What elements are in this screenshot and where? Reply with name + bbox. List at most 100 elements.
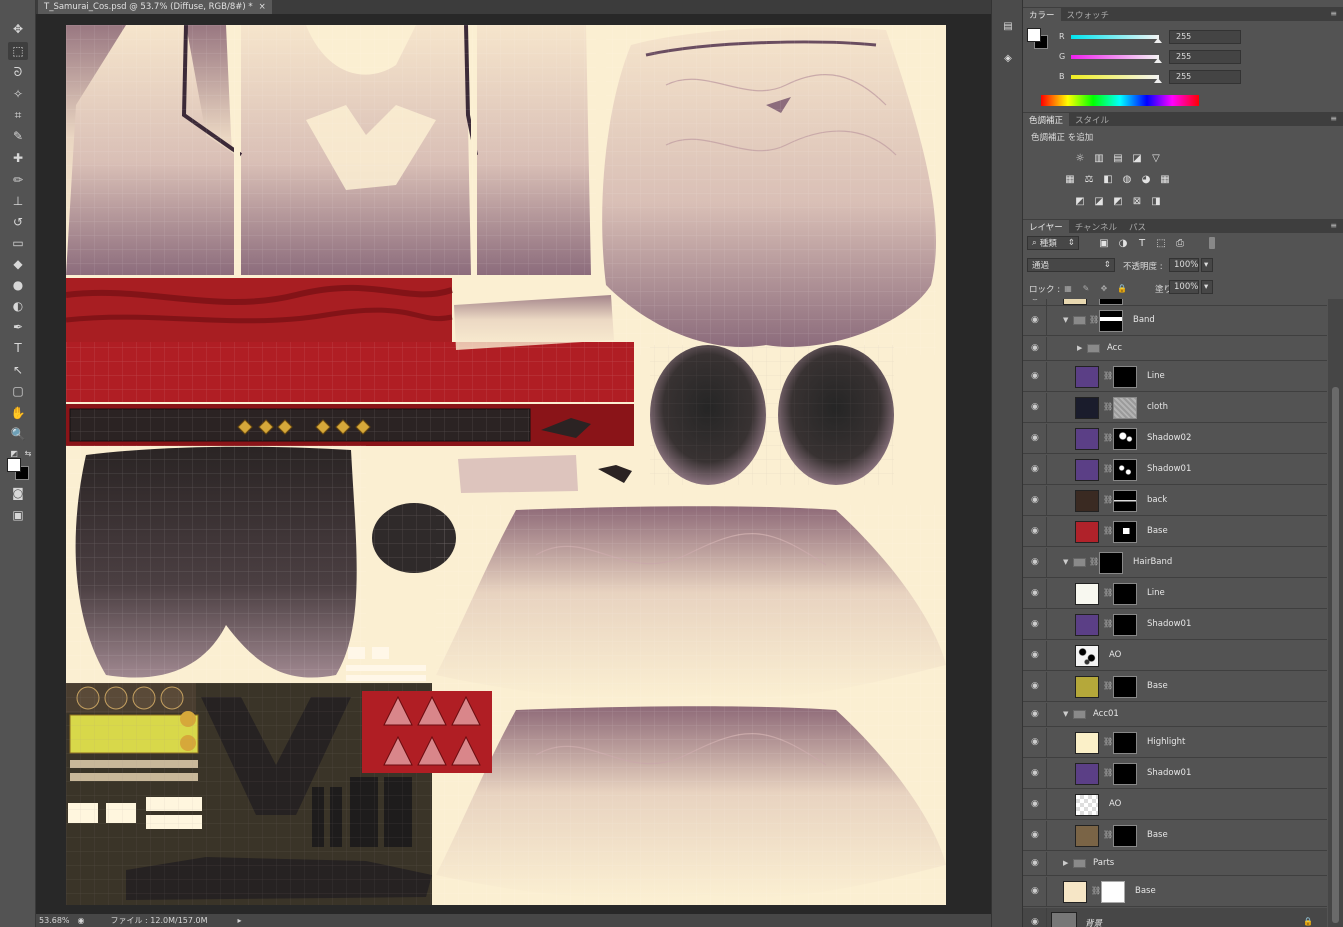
layer-group-acc[interactable]: ◉ ▶ Acc <box>1023 337 1327 361</box>
link-icon[interactable]: ⛓ <box>1103 371 1113 380</box>
slider-thumb[interactable] <box>1154 78 1162 83</box>
dodge-tool-icon[interactable]: ◐ <box>8 297 28 315</box>
eye-icon[interactable]: ◉ <box>1031 737 1039 747</box>
layer-mask-thumbnail[interactable] <box>1113 614 1137 636</box>
adjustment-filter-icon[interactable]: ◑ <box>1116 237 1130 249</box>
channel-slider[interactable] <box>1071 75 1159 79</box>
layer-row-shadow02[interactable]: ◉ ⛓ Shadow02 <box>1023 424 1327 454</box>
black-white-icon[interactable]: ◧ <box>1101 173 1115 185</box>
eye-icon[interactable]: ◉ <box>1031 886 1039 896</box>
layer-mask-thumbnail[interactable] <box>1101 881 1125 903</box>
document-tab[interactable]: T_Samurai_Cos.psd @ 53.7% (Diffuse, RGB/… <box>38 0 272 14</box>
link-icon[interactable]: ⛓ <box>1103 402 1113 411</box>
type-tool-icon[interactable]: T <box>8 339 28 357</box>
group-mask-thumbnail[interactable] <box>1099 552 1123 574</box>
blend-mode-select[interactable]: 通過 ⇕ <box>1027 258 1115 272</box>
layer-row-cloth[interactable]: ◉ ⛓ cloth <box>1023 393 1327 423</box>
layer-group-hairband[interactable]: ◉ ▼ ⛓ HairBand <box>1023 548 1327 578</box>
layer-row-shadow01[interactable]: ◉ ⛓ Shadow01 <box>1023 759 1327 789</box>
texture-canvas[interactable] <box>66 25 946 905</box>
panel-menu-icon[interactable]: ≡ <box>1330 221 1337 230</box>
paint-bucket-tool-icon[interactable]: ◆ <box>8 255 28 273</box>
eraser-tool-icon[interactable]: ▭ <box>8 234 28 252</box>
layer-mask-thumbnail[interactable] <box>1113 397 1137 419</box>
layer-mask-thumbnail[interactable] <box>1113 428 1137 450</box>
path-select-tool-icon[interactable]: ↖ <box>8 361 28 379</box>
rectangle-tool-icon[interactable]: ▢ <box>8 382 28 400</box>
layer-row-base[interactable]: ◉ ⛓ Base <box>1023 877 1327 907</box>
layer-row-ao[interactable]: ◉ AO <box>1023 790 1327 820</box>
pixel-filter-icon[interactable]: ▣ <box>1097 237 1111 249</box>
layer-row-line[interactable]: ◉ ⛓ Line <box>1023 579 1327 609</box>
tab-styles[interactable]: スタイル <box>1069 113 1115 126</box>
scroll-thumb[interactable] <box>1332 387 1339 923</box>
panel-menu-icon[interactable]: ≡ <box>1330 9 1337 18</box>
eye-icon[interactable]: ◉ <box>1031 433 1039 443</box>
canvas-area[interactable] <box>36 14 991 914</box>
type-filter-icon[interactable]: T <box>1135 237 1149 249</box>
channel-value-input[interactable]: 255 <box>1169 50 1241 64</box>
eye-icon[interactable]: ◉ <box>1031 343 1039 353</box>
layer-mask-thumbnail[interactable] <box>1113 763 1137 785</box>
smart-object-filter-icon[interactable]: ⎙ <box>1173 237 1187 249</box>
lasso-tool-icon[interactable]: ᘐ <box>8 63 28 81</box>
color-balance-icon[interactable]: ⚖ <box>1082 173 1096 185</box>
healing-brush-tool-icon[interactable]: ✚ <box>8 149 28 167</box>
eye-icon[interactable]: ◉ <box>1031 858 1039 868</box>
layer-row-line[interactable]: ◉ ⛓ Line <box>1023 362 1327 392</box>
layer-mask-thumbnail[interactable] <box>1113 583 1137 605</box>
tab-swatches[interactable]: スウォッチ <box>1061 8 1116 21</box>
eye-icon[interactable]: ◉ <box>1031 495 1039 505</box>
layer-mask-thumbnail[interactable] <box>1113 366 1137 388</box>
color-swatches[interactable] <box>1027 28 1049 50</box>
layer-row-highlight[interactable]: ◉ ⛓ Highlight <box>1023 728 1327 758</box>
color-lookup-icon[interactable]: ▦ <box>1158 173 1172 185</box>
eye-icon[interactable]: ◉ <box>1031 768 1039 778</box>
link-icon[interactable]: ⛓ <box>1103 737 1113 746</box>
eye-icon[interactable]: ◉ <box>1031 681 1039 691</box>
move-tool-icon[interactable]: ✥ <box>8 20 28 38</box>
color-spectrum-bar[interactable] <box>1041 95 1199 106</box>
link-icon[interactable]: ⛓ <box>1103 433 1113 442</box>
layer-mask-thumbnail[interactable] <box>1113 732 1137 754</box>
link-icon[interactable]: ⛓ <box>1089 315 1099 324</box>
layer-group-acc01[interactable]: ◉ ▼ Acc01 <box>1023 703 1327 727</box>
properties-icon[interactable]: ◈ <box>999 50 1017 66</box>
vibrance-icon[interactable]: ▽ <box>1149 152 1163 164</box>
crop-tool-icon[interactable]: ⌗ <box>8 106 28 124</box>
link-icon[interactable]: ⛓ <box>1103 495 1113 504</box>
tab-color[interactable]: カラー <box>1023 8 1061 21</box>
selective-color-icon[interactable]: ⊠ <box>1130 195 1144 207</box>
tab-paths[interactable]: パス <box>1123 220 1152 233</box>
link-icon[interactable]: ⛓ <box>1103 830 1113 839</box>
posterize-icon[interactable]: ◪ <box>1092 195 1106 207</box>
hue-saturation-icon[interactable]: ▦ <box>1063 173 1077 185</box>
eye-icon[interactable]: ◉ <box>1031 650 1039 660</box>
slider-thumb[interactable] <box>1154 58 1162 63</box>
channel-slider[interactable] <box>1071 55 1159 59</box>
quick-select-tool-icon[interactable]: ✧ <box>8 85 28 103</box>
pen-tool-icon[interactable]: ✒ <box>8 318 28 336</box>
expand-arrow-icon[interactable]: ▶ <box>1077 344 1082 352</box>
quickmask-icon[interactable]: ◙ <box>8 484 28 502</box>
eye-icon[interactable]: ◉ <box>1031 402 1039 412</box>
close-tab-icon[interactable]: × <box>259 2 266 12</box>
eyedropper-tool-icon[interactable]: ✎ <box>8 127 28 145</box>
layer-mask-thumbnail[interactable] <box>1113 521 1137 543</box>
link-icon[interactable]: ⛓ <box>1103 768 1113 777</box>
collapse-arrow-icon[interactable]: ▼ <box>1063 316 1068 324</box>
eye-icon[interactable]: ◉ <box>1031 830 1039 840</box>
layers-list[interactable]: ◉ light ◉ ▼ ⛓ Band ◉ ▶ Acc ◉ ⛓ Line ◉ ⛓ cloth ◉ ⛓ S… <box>1023 299 1327 927</box>
link-icon[interactable]: ⛓ <box>1091 886 1101 895</box>
screen-mode-icon[interactable]: ▣ <box>8 506 28 524</box>
layer-row-base[interactable]: ◉ ⛓ Base <box>1023 672 1327 702</box>
eye-icon[interactable]: ◉ <box>1031 799 1039 809</box>
eye-icon[interactable]: ◉ <box>1031 917 1039 927</box>
lock-position-icon[interactable]: ✥ <box>1097 282 1111 294</box>
clone-stamp-tool-icon[interactable]: ⊥ <box>8 192 28 210</box>
invert-icon[interactable]: ◩ <box>1073 195 1087 207</box>
eye-icon[interactable]: ◉ <box>1031 526 1039 536</box>
lock-pixels-icon[interactable]: ✎ <box>1079 282 1093 294</box>
expand-arrow-icon[interactable]: ▶ <box>1063 859 1068 867</box>
layers-scrollbar[interactable] <box>1328 299 1343 927</box>
